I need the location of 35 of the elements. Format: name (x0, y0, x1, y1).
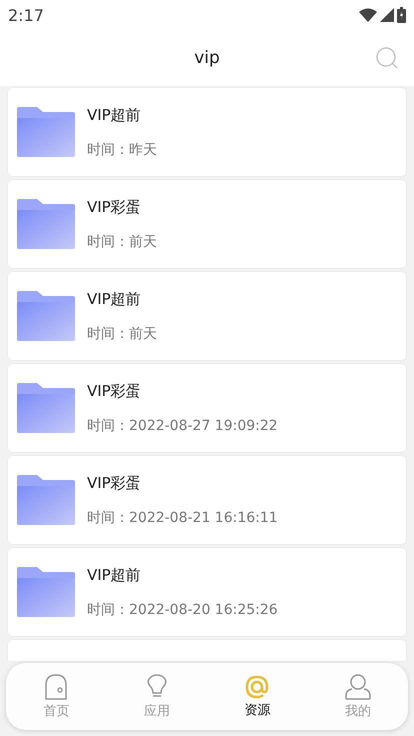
file-time: 时间：2022-08-27 19:09:22 (87, 416, 278, 434)
search-icon[interactable] (376, 47, 398, 69)
folder-icon (17, 475, 75, 525)
file-time: 时间：前天 (87, 232, 157, 250)
file-title: VIP彩蛋 (87, 198, 142, 216)
file-title: VIP超前 (87, 106, 142, 124)
folder-icon (17, 383, 75, 433)
tab[interactable]: 资源 (207, 663, 308, 730)
file-title: VIP超前 (87, 566, 142, 584)
file-time: 时间：2022-08-21 16:16:11 (87, 508, 278, 526)
file-card[interactable]: VIP彩蛋 时间：2022-08-27 19:09:22 (8, 364, 406, 452)
battery-icon (397, 7, 406, 23)
file-card[interactable]: VIP超前 时间：昨天 (8, 88, 406, 176)
file-time: 时间：2022-08-20 16:25:26 (87, 600, 278, 618)
file-title: VIP彩蛋 (87, 474, 142, 492)
file-time: 时间：前天 (87, 324, 157, 342)
file-time: 时间：昨天 (87, 140, 157, 158)
file-card[interactable]: VIP彩蛋 时间：2022-08-21 16:16:11 (8, 456, 406, 544)
person-icon (344, 674, 371, 700)
light-bulb-icon (146, 674, 168, 700)
signal-icon (380, 8, 394, 22)
folder-icon (17, 567, 75, 617)
status-time: 2:17 (8, 6, 44, 24)
page-title: vip (194, 48, 220, 68)
wifi-icon (359, 8, 377, 22)
door-icon (43, 674, 70, 700)
file-card[interactable]: VIP超前 时间：2022-08-20 16:25:26 (8, 548, 406, 636)
file-title: VIP彩蛋 (87, 382, 142, 400)
file-card[interactable]: VIP超前 时间：前天 (8, 272, 406, 360)
file-card[interactable]: VIP彩蛋 时间：前天 (8, 180, 406, 268)
file-title: VIP超前 (87, 290, 142, 308)
at-sign-icon (245, 674, 270, 698)
folder-icon (17, 199, 75, 249)
folder-icon (17, 291, 75, 341)
folder-icon (17, 107, 75, 157)
